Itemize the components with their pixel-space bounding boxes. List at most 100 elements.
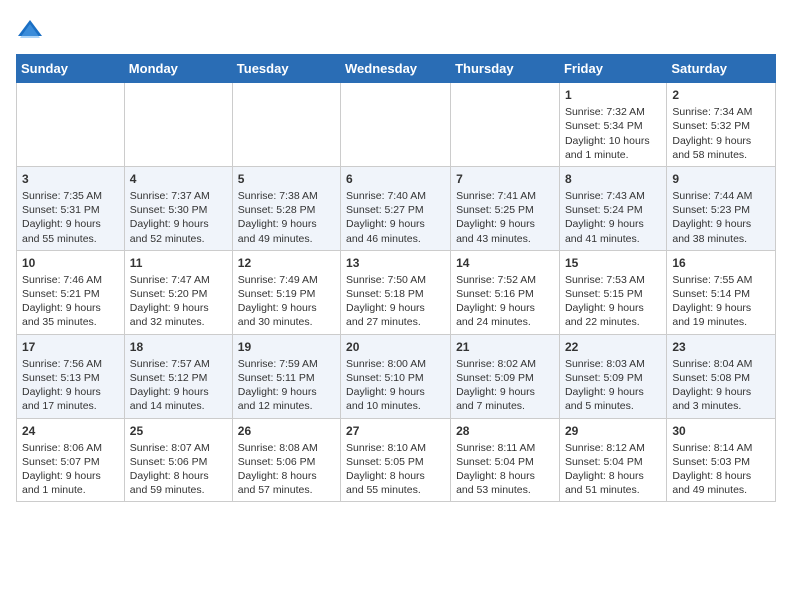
day-cell [451,83,560,167]
calendar-table: SundayMondayTuesdayWednesdayThursdayFrid… [16,54,776,502]
day-cell [341,83,451,167]
day-cell: 1 Sunrise: 7:32 AMSunset: 5:34 PMDaylight… [559,83,666,167]
day-info: Sunset: 5:16 PM [456,287,554,301]
day-info: Daylight: 10 hours and 1 minute. [565,134,661,162]
day-number: 8 [565,171,661,187]
day-info: Daylight: 9 hours and 14 minutes. [130,385,227,413]
day-info: Sunset: 5:05 PM [346,455,445,469]
day-info: Daylight: 9 hours and 17 minutes. [22,385,119,413]
day-info: Sunset: 5:04 PM [565,455,661,469]
day-number: 10 [22,255,119,271]
logo [16,16,48,44]
day-info: Daylight: 8 hours and 57 minutes. [238,469,335,497]
day-number: 4 [130,171,227,187]
day-number: 5 [238,171,335,187]
day-info: Daylight: 9 hours and 22 minutes. [565,301,661,329]
day-info: Sunrise: 7:44 AM [672,189,770,203]
day-cell: 12Sunrise: 7:49 AMSunset: 5:19 PMDayligh… [232,250,340,334]
day-info: Sunset: 5:20 PM [130,287,227,301]
day-cell: 3Sunrise: 7:35 AMSunset: 5:31 PMDaylight… [17,166,125,250]
day-info: Daylight: 9 hours and 46 minutes. [346,217,445,245]
day-info: Sunrise: 7:59 AM [238,357,335,371]
day-info: Sunrise: 8:11 AM [456,441,554,455]
header-row: SundayMondayTuesdayWednesdayThursdayFrid… [17,55,776,83]
day-cell: 28Sunrise: 8:11 AMSunset: 5:04 PMDayligh… [451,418,560,502]
day-info: Daylight: 9 hours and 32 minutes. [130,301,227,329]
day-number: 24 [22,423,119,439]
day-info: Sunset: 5:32 PM [672,119,770,133]
day-cell: 7Sunrise: 7:41 AMSunset: 5:25 PMDaylight… [451,166,560,250]
day-number: 13 [346,255,445,271]
day-cell: 13Sunrise: 7:50 AMSunset: 5:18 PMDayligh… [341,250,451,334]
day-info: Sunset: 5:27 PM [346,203,445,217]
day-info: Daylight: 9 hours and 49 minutes. [238,217,335,245]
day-info: Sunset: 5:13 PM [22,371,119,385]
day-info: Sunrise: 7:41 AM [456,189,554,203]
day-info: Sunrise: 8:04 AM [672,357,770,371]
day-cell: 24Sunrise: 8:06 AMSunset: 5:07 PMDayligh… [17,418,125,502]
day-info: Daylight: 9 hours and 5 minutes. [565,385,661,413]
day-info: Sunset: 5:10 PM [346,371,445,385]
day-info: Sunset: 5:21 PM [22,287,119,301]
day-info: Daylight: 9 hours and 27 minutes. [346,301,445,329]
day-info: Daylight: 9 hours and 10 minutes. [346,385,445,413]
day-info: Sunrise: 7:46 AM [22,273,119,287]
day-number: 7 [456,171,554,187]
day-cell: 29Sunrise: 8:12 AMSunset: 5:04 PMDayligh… [559,418,666,502]
day-info: Daylight: 9 hours and 41 minutes. [565,217,661,245]
day-cell: 19Sunrise: 7:59 AMSunset: 5:11 PMDayligh… [232,334,340,418]
day-info: Sunset: 5:04 PM [456,455,554,469]
day-number: 22 [565,339,661,355]
day-info: Sunset: 5:09 PM [565,371,661,385]
day-info: Sunrise: 8:10 AM [346,441,445,455]
header-friday: Friday [559,55,666,83]
day-cell: 30Sunrise: 8:14 AMSunset: 5:03 PMDayligh… [667,418,776,502]
day-info: Sunrise: 7:38 AM [238,189,335,203]
day-number: 17 [22,339,119,355]
day-info: Sunrise: 7:40 AM [346,189,445,203]
header-thursday: Thursday [451,55,560,83]
page: SundayMondayTuesdayWednesdayThursdayFrid… [0,0,792,518]
day-info: Daylight: 8 hours and 51 minutes. [565,469,661,497]
day-info: Daylight: 9 hours and 55 minutes. [22,217,119,245]
day-cell: 21Sunrise: 8:02 AMSunset: 5:09 PMDayligh… [451,334,560,418]
day-number: 1 [565,87,661,103]
day-info: Sunset: 5:12 PM [130,371,227,385]
day-cell: 8Sunrise: 7:43 AMSunset: 5:24 PMDaylight… [559,166,666,250]
day-info: Sunrise: 8:00 AM [346,357,445,371]
day-number: 16 [672,255,770,271]
day-info: Sunrise: 7:50 AM [346,273,445,287]
day-cell: 27Sunrise: 8:10 AMSunset: 5:05 PMDayligh… [341,418,451,502]
day-number: 6 [346,171,445,187]
day-info: Daylight: 9 hours and 12 minutes. [238,385,335,413]
week-row-4: 24Sunrise: 8:06 AMSunset: 5:07 PMDayligh… [17,418,776,502]
day-info: Sunset: 5:34 PM [565,119,661,133]
day-number: 29 [565,423,661,439]
day-number: 25 [130,423,227,439]
day-info: Daylight: 9 hours and 30 minutes. [238,301,335,329]
day-number: 19 [238,339,335,355]
day-number: 14 [456,255,554,271]
day-info: Daylight: 8 hours and 55 minutes. [346,469,445,497]
day-info: Daylight: 8 hours and 53 minutes. [456,469,554,497]
day-info: Sunset: 5:14 PM [672,287,770,301]
header-sunday: Sunday [17,55,125,83]
week-row-0: 1 Sunrise: 7:32 AMSunset: 5:34 PMDaylight… [17,83,776,167]
logo-icon [16,16,44,44]
day-number: 23 [672,339,770,355]
day-number: 12 [238,255,335,271]
day-cell: 14Sunrise: 7:52 AMSunset: 5:16 PMDayligh… [451,250,560,334]
day-info: Sunset: 5:19 PM [238,287,335,301]
day-number: 26 [238,423,335,439]
day-cell [124,83,232,167]
day-info: Daylight: 9 hours and 3 minutes. [672,385,770,413]
day-info: Sunset: 5:23 PM [672,203,770,217]
day-info: Sunrise: 7:32 AM [565,105,661,119]
day-info: Sunrise: 8:03 AM [565,357,661,371]
day-info: Sunrise: 7:57 AM [130,357,227,371]
day-info: Daylight: 8 hours and 49 minutes. [672,469,770,497]
day-cell: 25Sunrise: 8:07 AMSunset: 5:06 PMDayligh… [124,418,232,502]
day-info: Sunset: 5:30 PM [130,203,227,217]
day-info: Sunrise: 7:37 AM [130,189,227,203]
day-info: Sunrise: 7:47 AM [130,273,227,287]
